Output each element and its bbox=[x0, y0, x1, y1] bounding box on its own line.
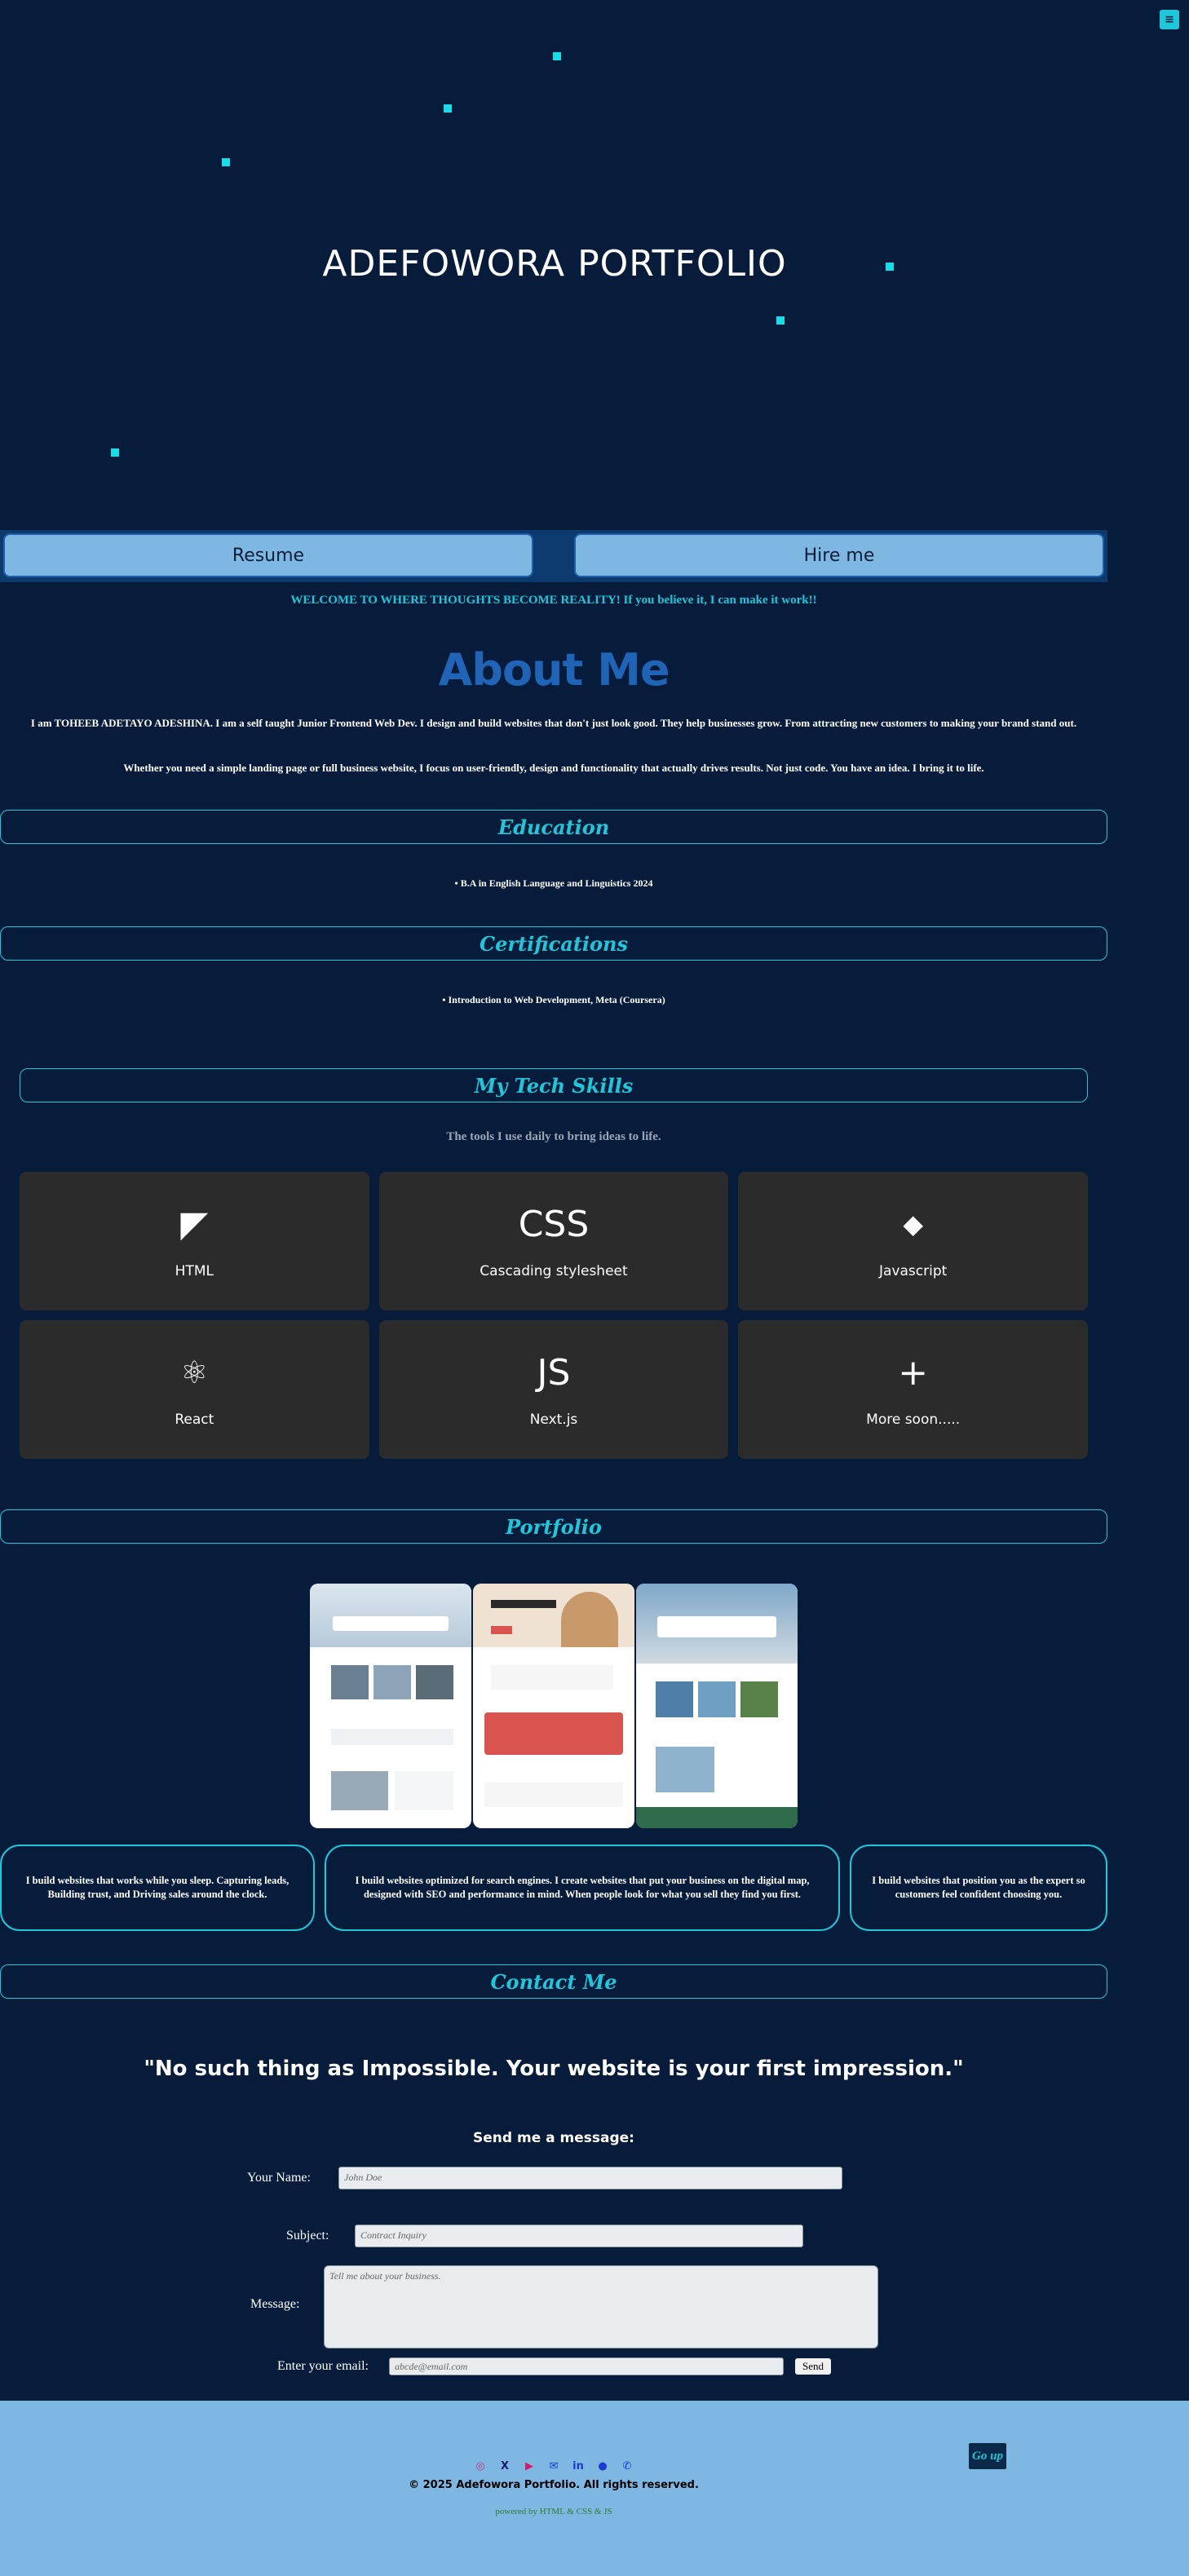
nextjs-icon: JS bbox=[537, 1351, 571, 1394]
email-label: Enter your email: bbox=[277, 2359, 369, 2373]
whatsapp-icon[interactable]: ✆ bbox=[621, 2459, 634, 2472]
ecommerce-site-screenshot[interactable] bbox=[473, 1584, 634, 1828]
about-paragraph-2: Whether you need a simple landing page o… bbox=[123, 762, 984, 774]
copyright-text: © 2025 Adefowora Portfolio. All rights r… bbox=[409, 2479, 699, 2491]
email-input[interactable]: abcde@email.com bbox=[389, 2357, 784, 2375]
github-icon[interactable]: ● bbox=[596, 2459, 609, 2472]
decorative-dot bbox=[222, 158, 230, 166]
portfolio-heading: Portfolio bbox=[0, 1509, 1107, 1544]
html-icon: ◤ bbox=[180, 1203, 209, 1245]
portfolio-card: I build websites that works while you sl… bbox=[0, 1845, 315, 1931]
powered-by-text: powered by HTML & CSS & JS bbox=[495, 2507, 612, 2516]
cta-bar: Resume Hire me bbox=[0, 530, 1107, 582]
name-label: Your Name: bbox=[247, 2171, 311, 2185]
decorative-dot bbox=[444, 104, 452, 113]
react-icon: ⚛ bbox=[180, 1354, 209, 1390]
skill-card-html: ◤ HTML bbox=[20, 1172, 369, 1310]
linkedin-icon[interactable]: in bbox=[572, 2459, 585, 2472]
x-icon[interactable]: X bbox=[498, 2459, 511, 2472]
portfolio-card: I build websites that position you as th… bbox=[850, 1845, 1107, 1931]
skill-card-react: ⚛ React bbox=[20, 1320, 369, 1459]
social-links: ◎ X ▶ ✉ in ● ✆ bbox=[0, 2459, 1189, 2472]
skills-grid: ◤ HTML CSS Cascading stylesheet ◆ Javasc… bbox=[20, 1172, 1088, 1459]
skill-card-css: CSS Cascading stylesheet bbox=[378, 1172, 729, 1310]
subject-label: Subject: bbox=[286, 2229, 329, 2242]
skill-label: HTML bbox=[175, 1263, 214, 1279]
education-heading: Education bbox=[0, 810, 1107, 844]
about-title: About Me bbox=[438, 644, 670, 696]
contact-heading: Contact Me bbox=[0, 1964, 1107, 1999]
skill-label: Next.js bbox=[529, 1412, 578, 1428]
javascript-icon: ◆ bbox=[903, 1208, 923, 1239]
send-button[interactable]: Send bbox=[795, 2358, 831, 2375]
skill-card-more: + More soon..... bbox=[738, 1320, 1088, 1459]
portfolio-card: I build websites optimized for search en… bbox=[325, 1845, 840, 1931]
contact-quote: "No such thing as Impossible. Your websi… bbox=[144, 2057, 964, 2081]
certification-item: Introduction to Web Development, Meta (C… bbox=[0, 994, 1107, 1006]
skill-label: More soon..... bbox=[866, 1412, 961, 1428]
skill-label: React bbox=[175, 1412, 214, 1428]
plus-icon: + bbox=[898, 1351, 929, 1394]
css-icon: CSS bbox=[518, 1203, 590, 1245]
message-textarea[interactable]: Tell me about your business. bbox=[324, 2265, 878, 2348]
decorative-dot bbox=[553, 52, 561, 60]
send-message-title: Send me a message: bbox=[473, 2130, 634, 2146]
skills-heading: My Tech Skills bbox=[20, 1068, 1088, 1102]
skill-card-nextjs: JS Next.js bbox=[378, 1320, 729, 1459]
welcome-text: WELCOME TO WHERE THOUGHTS BECOME REALITY… bbox=[290, 594, 817, 607]
portfolio-screenshots bbox=[310, 1584, 799, 1828]
hero-title: ADEFOWORA PORTFOLIO bbox=[322, 243, 787, 285]
certifications-heading: Certifications bbox=[0, 926, 1107, 961]
portfolio-cards: I build websites that works while you sl… bbox=[0, 1845, 1107, 1931]
decorative-dot bbox=[111, 448, 119, 457]
message-label: Message: bbox=[250, 2297, 300, 2311]
skill-label: Cascading stylesheet bbox=[480, 1263, 628, 1279]
youtube-icon[interactable]: ▶ bbox=[523, 2459, 536, 2472]
skill-label: Javascript bbox=[879, 1263, 948, 1279]
decorative-dot bbox=[776, 316, 785, 325]
email-icon[interactable]: ✉ bbox=[547, 2459, 560, 2472]
real-estate-site-screenshot[interactable] bbox=[310, 1584, 471, 1828]
skills-subtitle: The tools I use daily to bring ideas to … bbox=[446, 1130, 661, 1143]
resume-button[interactable]: Resume bbox=[3, 533, 533, 577]
hire-me-button[interactable]: Hire me bbox=[574, 533, 1104, 577]
education-item: B.A in English Language and Linguistics … bbox=[0, 877, 1107, 890]
subject-input[interactable]: Contract Inquiry bbox=[355, 2225, 803, 2247]
hero: ADEFOWORA PORTFOLIO bbox=[0, 0, 1189, 530]
instagram-icon[interactable]: ◎ bbox=[474, 2459, 487, 2472]
renewable-energy-site-screenshot[interactable] bbox=[636, 1584, 798, 1828]
skill-card-javascript: ◆ Javascript bbox=[738, 1172, 1088, 1310]
name-input[interactable]: John Doe bbox=[338, 2167, 842, 2189]
about-paragraph-1: I am TOHEEB ADETAYO ADESHINA. I am a sel… bbox=[30, 717, 1077, 729]
